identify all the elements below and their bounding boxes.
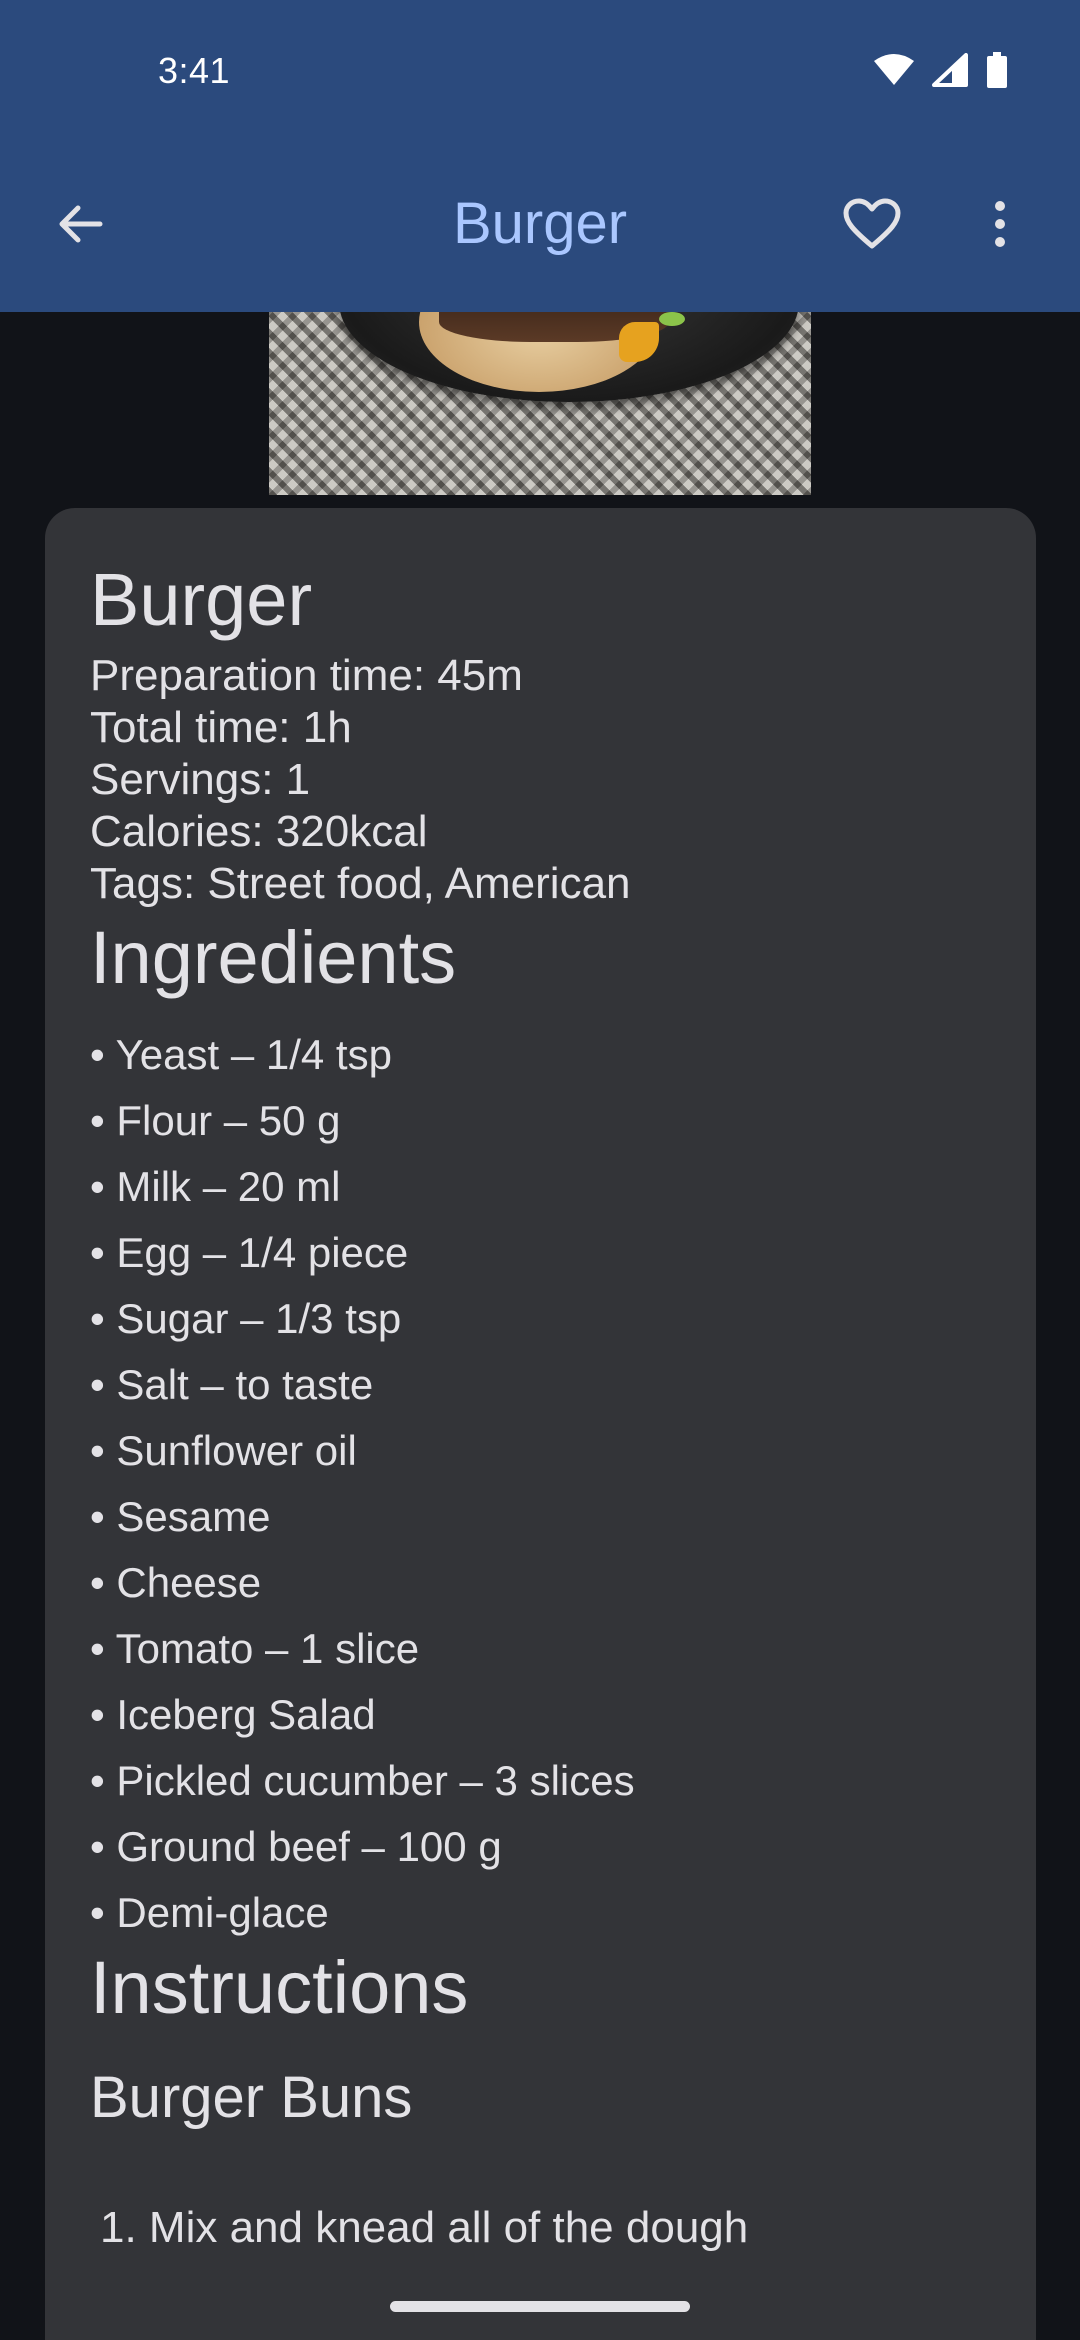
ingredient-item: • Milk – 20 ml: [90, 1163, 341, 1210]
ingredient-item: • Tomato – 1 slice: [90, 1625, 420, 1672]
gesture-navigation-bar[interactable]: [390, 2301, 690, 2312]
instructions-subsection: Burger Buns: [90, 2065, 413, 2130]
toolbar-title: Burger: [452, 191, 628, 256]
ingredient-item: • Egg – 1/4 piece: [90, 1229, 409, 1276]
ingredient-item: • Sunflower oil: [90, 1427, 357, 1474]
ingredient-item: • Iceberg Salad: [90, 1691, 376, 1738]
status-time: 3:41: [158, 50, 231, 91]
instruction-step: 1. Mix and knead all of the dough: [100, 2203, 749, 2252]
ingredient-item: • Flour – 50 g: [90, 1097, 341, 1144]
ingredient-item: • Sesame: [90, 1493, 271, 1540]
calories: Calories: 320kcal: [90, 807, 428, 856]
recipe-image: [269, 312, 811, 495]
ingredient-item: • Demi-glace: [90, 1889, 329, 1936]
more-options-button[interactable]: [960, 186, 1040, 266]
lettuce-shape: [659, 312, 685, 326]
ingredient-item: • Pickled cucumber – 3 slices: [90, 1757, 635, 1804]
signal-icon: [932, 53, 968, 87]
instructions-title: Instructions: [90, 1946, 469, 2029]
battery-icon: [986, 52, 1008, 88]
wifi-icon: [874, 54, 914, 86]
ingredient-item: • Yeast – 1/4 tsp: [90, 1031, 392, 1078]
preparation-time: Preparation time: 45m: [90, 651, 523, 700]
ingredient-item: • Salt – to taste: [90, 1361, 374, 1408]
ingredient-item: • Cheese: [90, 1559, 262, 1606]
heart-outline-icon: [843, 198, 901, 255]
servings: Servings: 1: [90, 755, 311, 804]
status-icons: [874, 50, 1008, 90]
tags: Tags: Street food, American: [90, 859, 631, 908]
more-vert-icon: [993, 200, 1007, 253]
total-time: Total time: 1h: [90, 703, 352, 752]
ingredients-title: Ingredients: [90, 916, 457, 999]
ingredient-item: • Sugar – 1/3 tsp: [90, 1295, 402, 1342]
recipe-title: Burger: [90, 558, 313, 641]
ingredients-list: • Yeast – 1/4 tsp • Flour – 50 g • Milk …: [90, 1022, 635, 1946]
app-bar: 3:41 Burger: [0, 0, 1080, 312]
ingredient-item: • Ground beef – 100 g: [90, 1823, 502, 1870]
favorite-button[interactable]: [830, 186, 914, 266]
